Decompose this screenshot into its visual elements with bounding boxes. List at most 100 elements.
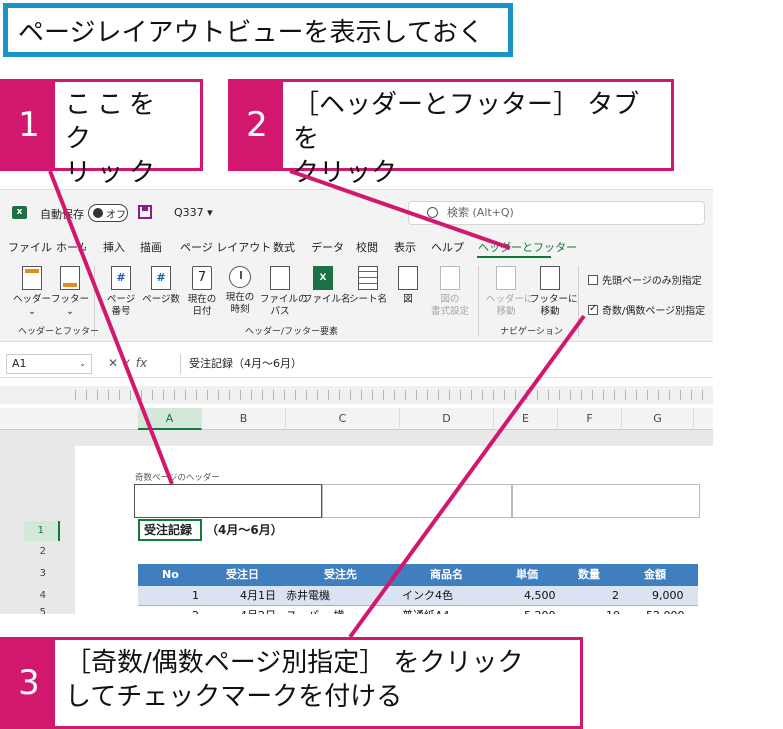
callout-text: ここを ク リック bbox=[65, 90, 162, 188]
step-number: 3 bbox=[3, 640, 55, 726]
time-icon bbox=[229, 266, 251, 288]
row-header[interactable]: 4 bbox=[24, 588, 60, 604]
go-to-header-icon bbox=[496, 266, 516, 290]
table-cell[interactable]: 2 bbox=[612, 586, 619, 606]
row-header[interactable]: 2 bbox=[24, 544, 60, 560]
go-to-footer-icon bbox=[540, 266, 560, 290]
page-count-button[interactable]: # ページ数 bbox=[141, 266, 181, 306]
checkbox[interactable] bbox=[588, 275, 598, 285]
excel-window: x 自動保存 オフ Q337 ▾ 検索 (Alt+Q) ファイル ホーム 挿入 … bbox=[0, 189, 713, 614]
row-header[interactable]: 5 bbox=[24, 608, 60, 614]
search-box[interactable]: 検索 (Alt+Q) bbox=[408, 201, 705, 225]
different-first-page-option[interactable]: 先頭ページのみ別指定 bbox=[588, 272, 702, 287]
tab-home[interactable]: ホーム bbox=[56, 239, 86, 255]
current-time-button[interactable]: 現在の 時刻 bbox=[220, 266, 260, 316]
table-cell[interactable]: 2 bbox=[192, 606, 199, 614]
different-odd-even-option[interactable]: 奇数/偶数ページ別指定 bbox=[588, 302, 705, 317]
formula-input[interactable]: 受注記録（4月～6月） bbox=[180, 354, 710, 374]
tab-header-footer[interactable]: ヘッダーとフッター bbox=[478, 239, 577, 255]
group-separator bbox=[578, 266, 579, 336]
callout-step-1: 1 ここを ク リック bbox=[0, 79, 203, 188]
toggle-knob bbox=[93, 208, 103, 218]
autosave-toggle[interactable]: オフ bbox=[88, 204, 128, 222]
tab-review[interactable]: 校閲 bbox=[356, 239, 378, 255]
column-header[interactable]: E bbox=[494, 408, 558, 430]
save-icon[interactable] bbox=[138, 205, 152, 219]
column-header[interactable]: A bbox=[138, 408, 202, 430]
header-center-section[interactable] bbox=[322, 484, 512, 518]
table-cell[interactable]: 4月2日 bbox=[240, 606, 276, 614]
table-cell[interactable]: 1 bbox=[192, 586, 199, 606]
table-cell[interactable]: 4,500 bbox=[524, 586, 556, 606]
header-caption: 奇数ページのヘッダー bbox=[135, 473, 220, 483]
tab-formulas[interactable]: 数式 bbox=[273, 239, 295, 255]
callout-step-2: 2 ［ヘッダーとフッター］ タブを クリック bbox=[228, 79, 674, 188]
step-number: 1 bbox=[3, 82, 55, 168]
ribbon-tabs: ファイル ホーム 挿入 描画 ページ レイアウト 数式 データ 校閲 表示 ヘル… bbox=[0, 234, 713, 258]
tab-file[interactable]: ファイル bbox=[8, 239, 52, 255]
sheet-name-button[interactable]: シート名 bbox=[348, 266, 388, 306]
table-header: No 受注日 受注先 商品名 単価 数量 金額 bbox=[138, 564, 698, 586]
table-cell[interactable]: 10 bbox=[606, 606, 620, 614]
table-cell[interactable]: インク4色 bbox=[402, 586, 453, 606]
page-number-button[interactable]: # ページ 番号 bbox=[101, 266, 141, 318]
excel-logo-icon: x bbox=[12, 206, 27, 219]
header-left-section[interactable] bbox=[134, 484, 322, 518]
cell-a1[interactable]: 受注記録 bbox=[138, 519, 202, 541]
cell-a1-overflow: （4月～6月） bbox=[206, 523, 283, 537]
tab-draw[interactable]: 描画 bbox=[140, 239, 162, 255]
callout-text: ［奇数/偶数ページ別指定］ をクリック してチェックマークを付ける bbox=[65, 648, 524, 712]
fx-icon[interactable]: ✕ ✓ fx bbox=[108, 356, 147, 370]
table-cell[interactable]: 普通紙A4 bbox=[402, 606, 450, 614]
header-right-section[interactable] bbox=[512, 484, 700, 518]
column-header[interactable]: F bbox=[558, 408, 622, 430]
header-button[interactable]: ヘッダー ⌄ bbox=[12, 266, 52, 318]
page-title: ページレイアウトビューを表示しておく bbox=[3, 3, 513, 57]
formula-bar: A1 ⌄ ✕ ✓ fx 受注記録（4月～6月） bbox=[0, 350, 713, 378]
tab-page-layout[interactable]: ページ レイアウト bbox=[180, 239, 271, 255]
column-header[interactable]: C bbox=[286, 408, 400, 430]
file-name-icon: X bbox=[313, 266, 333, 290]
name-box[interactable]: A1 ⌄ bbox=[6, 354, 92, 374]
table-cell[interactable]: 52,000 bbox=[646, 606, 685, 614]
title-bar: x 自動保存 オフ Q337 ▾ 検索 (Alt+Q) bbox=[0, 190, 713, 234]
table-cell[interactable]: 赤井電機 bbox=[286, 586, 330, 606]
table-row: 1 4月1日 赤井電機 インク4色 4,500 2 9,000 bbox=[138, 586, 698, 606]
group-label: ヘッダーとフッター bbox=[18, 327, 100, 337]
picture-icon bbox=[398, 266, 418, 290]
column-headers: A B C D E F G bbox=[0, 408, 713, 430]
table-cell[interactable]: 4月1日 bbox=[240, 586, 276, 606]
picture-button[interactable]: 図 bbox=[388, 266, 428, 306]
column-header[interactable]: D bbox=[400, 408, 494, 430]
file-path-icon bbox=[270, 266, 290, 290]
toggle-label: オフ bbox=[106, 210, 126, 221]
group-label: ヘッダー/フッター要素 bbox=[245, 327, 339, 337]
column-header[interactable]: B bbox=[202, 408, 286, 430]
tab-insert[interactable]: 挿入 bbox=[103, 239, 125, 255]
ruler bbox=[0, 386, 713, 404]
tab-data[interactable]: データ bbox=[311, 239, 344, 255]
format-picture-button[interactable]: 図の 書式設定 bbox=[430, 266, 470, 318]
tab-help[interactable]: ヘルプ bbox=[431, 239, 464, 255]
autosave-label: 自動保存 bbox=[40, 208, 84, 221]
search-icon bbox=[427, 207, 438, 218]
column-header[interactable]: G bbox=[622, 408, 694, 430]
table-cell[interactable]: スーパー 横 bbox=[286, 606, 344, 614]
page-number-icon: # bbox=[111, 266, 131, 290]
go-to-footer-button[interactable]: フッターに 移動 bbox=[530, 266, 578, 318]
table-cell[interactable]: 9,000 bbox=[652, 586, 684, 606]
table-cell[interactable]: 5,200 bbox=[524, 606, 556, 614]
row-header[interactable]: 3 bbox=[24, 566, 60, 582]
sheet-name-icon bbox=[358, 266, 378, 290]
current-date-button[interactable]: 7 現在の 日付 bbox=[182, 266, 222, 318]
file-name-button[interactable]: X ファイル名 bbox=[303, 266, 351, 306]
tab-view[interactable]: 表示 bbox=[394, 239, 416, 255]
file-name[interactable]: Q337 ▾ bbox=[174, 206, 213, 219]
row-header[interactable]: 1 bbox=[24, 521, 60, 541]
footer-button[interactable]: フッター ⌄ bbox=[50, 266, 90, 318]
file-path-button[interactable]: ファイルの パス bbox=[260, 266, 308, 318]
header-icon bbox=[22, 266, 42, 290]
checkbox-checked[interactable] bbox=[588, 303, 598, 315]
date-icon: 7 bbox=[192, 266, 212, 290]
go-to-header-button[interactable]: ヘッダーに 移動 bbox=[486, 266, 534, 318]
